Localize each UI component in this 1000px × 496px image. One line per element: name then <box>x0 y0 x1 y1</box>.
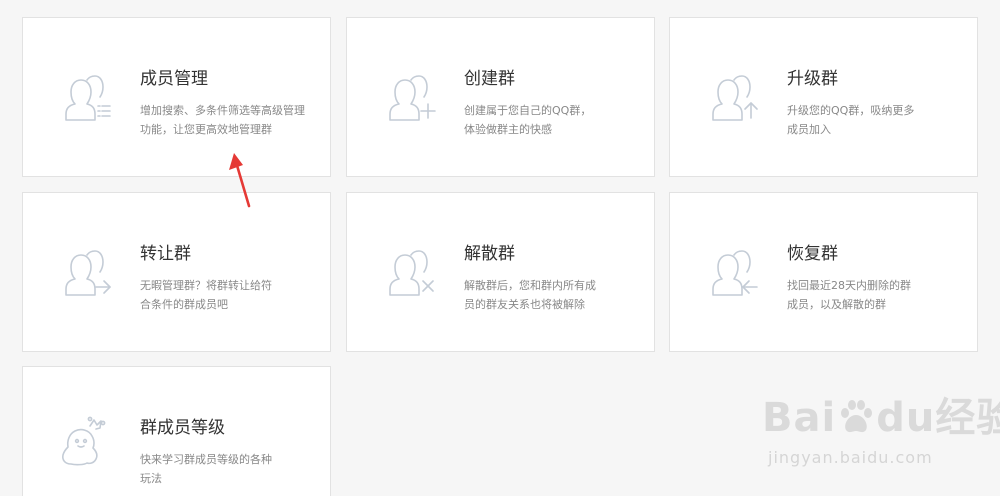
card-transfer-group[interactable]: 转让群 无暇管理群？将群转让给符 合条件的群成员吧 <box>22 192 331 352</box>
card-description: 无暇管理群？将群转让给符 合条件的群成员吧 <box>140 279 272 311</box>
watermark: Bai du经验 jingyan.baidu.com <box>762 386 1000 476</box>
card-create-group[interactable]: 创建群 创建属于您自己的QQ群， 体验做群主的快感 <box>346 17 655 177</box>
annotation-arrow-icon <box>229 153 251 208</box>
logo-text-jingyan: 经验 <box>935 395 1000 441</box>
card-upgrade-group[interactable]: 升级群 升级您的QQ群，吸纳更多 成员加入 <box>669 17 978 177</box>
card-description: 解散群后，您和群内所有成 员的群友关系也将被解除 <box>464 279 596 311</box>
user-plus-icon <box>389 75 436 121</box>
card-disband-group[interactable]: 解散群 解散群后，您和群内所有成 员的群友关系也将被解除 <box>346 192 655 352</box>
members-list-icon <box>65 75 111 121</box>
watermark-url: jingyan.baidu.com <box>768 448 933 467</box>
card-title: 恢复群 <box>787 244 838 264</box>
user-remove-icon <box>389 250 434 296</box>
card-description: 创建属于您自己的QQ群， 体验做群主的快感 <box>464 104 592 136</box>
user-transfer-icon <box>65 250 111 296</box>
paw-icon <box>841 400 873 433</box>
card-description: 找回最近28天内删除的群 成员，以及解散的群 <box>787 279 911 311</box>
user-restore-icon <box>712 250 758 296</box>
card-title: 升级群 <box>787 69 838 89</box>
card-description: 增加搜索、多条件筛选等高级管理 功能，让您更高效地管理群 <box>140 104 305 136</box>
card-member-level[interactable]: 群成员等级 快来学习群成员等级的各种 玩法 <box>22 366 331 496</box>
card-title: 群成员等级 <box>140 418 225 438</box>
card-member-management[interactable]: 成员管理 增加搜索、多条件筛选等高级管理 功能，让您更高效地管理群 <box>22 17 331 177</box>
card-title: 转让群 <box>140 244 191 264</box>
card-description: 升级您的QQ群，吸纳更多 成员加入 <box>787 104 915 136</box>
card-description: 快来学习群成员等级的各种 玩法 <box>140 453 272 485</box>
baidu-logo: Bai du经验 <box>762 396 1000 440</box>
logo-text-du: du <box>876 395 936 441</box>
user-up-arrow-icon <box>712 75 758 121</box>
logo-text-bai: Bai <box>762 395 837 441</box>
group-management-page: 成员管理 增加搜索、多条件筛选等高级管理 功能，让您更高效地管理群 创建群 创建… <box>0 0 1000 496</box>
card-title: 创建群 <box>464 69 515 89</box>
card-restore-group[interactable]: 恢复群 找回最近28天内删除的群 成员，以及解散的群 <box>669 192 978 352</box>
card-title: 解散群 <box>464 244 515 264</box>
card-title: 成员管理 <box>140 69 208 89</box>
penguin-icon <box>62 416 106 466</box>
